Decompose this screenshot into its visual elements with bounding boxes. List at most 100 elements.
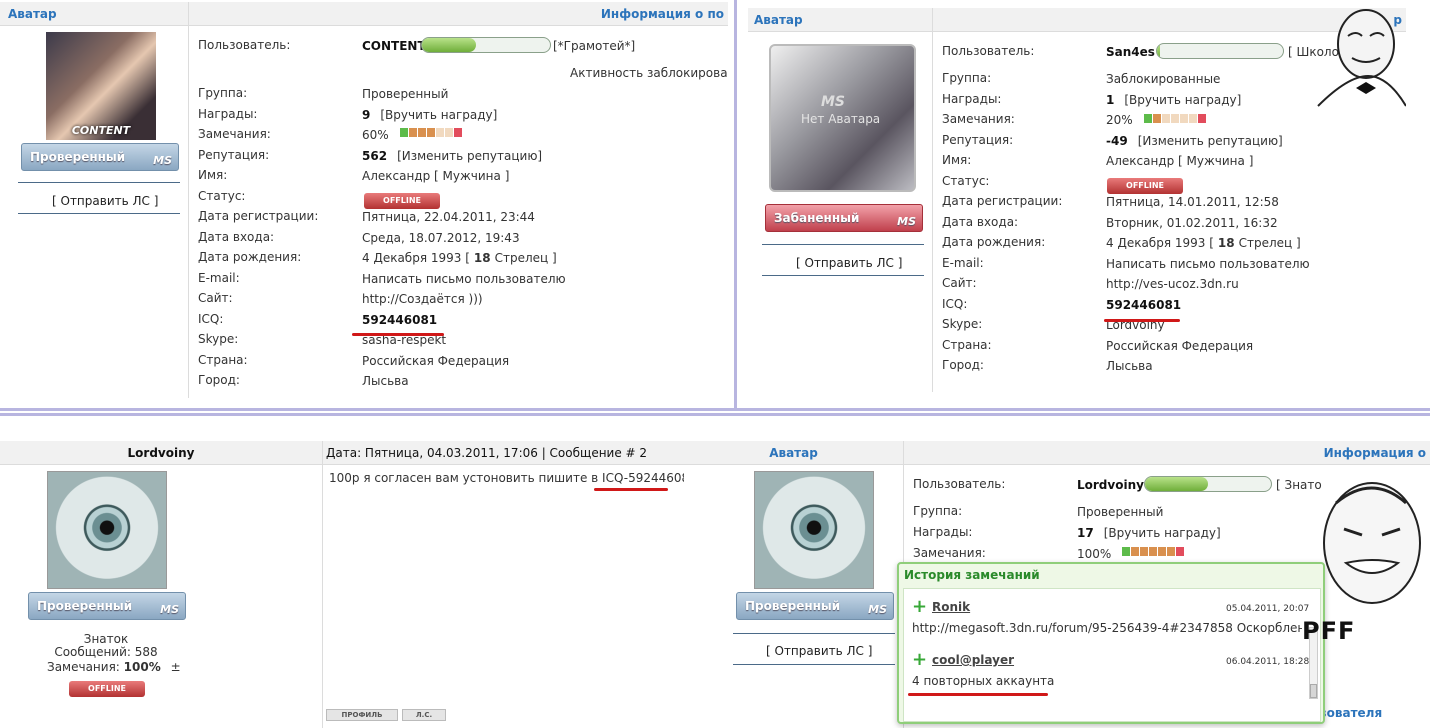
field-value-text: 562 — [362, 148, 388, 163]
offline-badge: OFFLINE — [69, 681, 145, 697]
field-value-text: Александр [ Мужчина ] — [362, 169, 510, 183]
field-label: Группа: — [198, 86, 248, 100]
field-action-link[interactable]: [Вручить награду] — [380, 108, 497, 122]
rank-button[interactable]: Проверенный MS — [28, 592, 186, 620]
field-value-bold: 18 — [473, 251, 491, 265]
user-label: Пользователь: — [198, 38, 291, 52]
field-value-text: 4 Декабря 1993 [ — [362, 251, 470, 265]
highlight-underline — [594, 488, 668, 491]
send-pm-link[interactable]: [ Отправить ЛС ] — [796, 256, 902, 270]
avatar-header: Аватар — [0, 2, 188, 26]
field-label: Дата регистрации: — [198, 209, 319, 223]
field-value: Вторник, 01.02.2011, 16:32 — [1106, 215, 1278, 231]
profile-panel-lordvoiny: Аватар Информация о Проверенный MS [ Отпр… — [684, 441, 1430, 728]
field-value-text: 17 — [1077, 526, 1094, 540]
post-text: 100р я согласен вам устоновить пишите в … — [329, 471, 629, 485]
ms-logo: MS — [153, 154, 172, 167]
divider — [18, 182, 180, 183]
field-label: Репутация: — [198, 147, 270, 162]
warnings-meter — [400, 128, 462, 137]
field-value: http://ves-ucoz.3dn.ru — [1106, 276, 1239, 292]
field-value: Пятница, 22.04.2011, 23:44 — [362, 209, 535, 225]
reputation-bar — [421, 37, 551, 53]
field-label: Skype: — [942, 317, 983, 331]
profile-button[interactable]: ПРОФИЛЬ — [326, 709, 398, 721]
rank-button[interactable]: Проверенный MS — [736, 592, 894, 620]
field-value: 9 [Вручить награду] — [362, 107, 497, 123]
warnings-label: Замечания: — [47, 660, 120, 674]
send-pm-link[interactable]: [ Отправить ЛС ] — [766, 644, 872, 658]
field-value-text: Написать письмо пользователю — [362, 271, 566, 286]
warnings-history-popup: История замечаний + Ronik 05.04.2011, 20… — [897, 562, 1325, 724]
forum-post-panel: Lordvoiny Дата: Пятница, 04.03.2011, 17:… — [0, 441, 684, 728]
field-label: Дата входа: — [198, 229, 275, 244]
warning-text: 4 повторных аккаунта — [912, 674, 1055, 688]
send-pm-link[interactable]: [ Отправить ЛС ] — [52, 194, 158, 208]
field-value: 4 Декабря 1993 [18 Стрелец ] — [1106, 235, 1301, 251]
ms-logo: MS — [160, 603, 179, 616]
field-label: Город: — [198, 373, 240, 387]
field-value: http://Создаётся ))) — [362, 291, 483, 307]
field-value-text: Лысьва — [1106, 359, 1153, 373]
column-divider — [322, 441, 323, 728]
pm-button[interactable]: Л.С. — [402, 709, 446, 721]
warnings-meter — [1144, 114, 1206, 123]
field-label: ICQ: — [942, 296, 968, 311]
rank-button[interactable]: Проверенный MS — [21, 143, 179, 171]
message-count: Сообщений: 588 — [54, 645, 158, 659]
field-label: Дата входа: — [942, 214, 1019, 229]
field-value: Проверенный — [1077, 504, 1163, 520]
highlight-underline — [352, 333, 444, 336]
field-value-text: Среда, 18.07.2012, 19:43 — [362, 230, 520, 245]
field-label: E-mail: — [198, 270, 240, 285]
field-value-text: 592446081 — [1106, 297, 1182, 312]
rank-label: Проверенный — [745, 599, 841, 613]
rank-button[interactable]: Забаненный MS — [765, 204, 923, 232]
post-icq: 592446081 — [628, 471, 684, 485]
field-label: Страна: — [942, 337, 992, 352]
warning-author[interactable]: cool@player — [932, 652, 1014, 668]
rank-label: Проверенный — [30, 150, 126, 164]
field-action-link[interactable]: [Вручить награду] — [1104, 526, 1221, 540]
field-value: Написать письмо пользователю — [1106, 256, 1310, 272]
field-label: Награды: — [913, 525, 973, 539]
field-action-link[interactable]: [Изменить репутацию] — [397, 149, 542, 163]
field-value: -49 [Изменить репутацию] — [1106, 133, 1283, 149]
plus-minus-icon[interactable]: ± — [171, 660, 181, 674]
field-label: Skype: — [198, 332, 239, 346]
divider — [733, 633, 895, 634]
field-value-tail: Стрелец ] — [1238, 236, 1301, 250]
field-value-text: 100% — [1077, 547, 1112, 561]
field-value-tail: Стрелец ] — [494, 251, 557, 265]
field-value: 592446081 — [362, 312, 437, 328]
field-value-text: Проверенный — [362, 87, 449, 101]
username[interactable]: San4es — [1106, 44, 1155, 60]
field-value: Российская Федерация — [1106, 338, 1253, 354]
username[interactable]: CONTENT — [362, 38, 426, 54]
plus-icon: + — [912, 596, 928, 617]
field-value: Лысьва — [362, 373, 409, 389]
vertical-separator — [734, 0, 737, 410]
no-avatar-label: Нет Аватара — [801, 112, 881, 126]
activity-status: Активность заблокирована — [570, 66, 728, 80]
field-value: 17 [Вручить награду] — [1077, 525, 1221, 541]
field-value: Александр [ Мужчина ] — [362, 168, 509, 184]
field-value: Проверенный — [362, 86, 448, 102]
divider — [18, 213, 180, 214]
field-action-link[interactable]: [Изменить репутацию] — [1138, 134, 1283, 148]
field-value-text: 20% — [1106, 113, 1133, 127]
username[interactable]: Lordvoiny — [1077, 477, 1144, 493]
field-label: Сайт: — [198, 291, 233, 305]
reputation-bar — [1144, 476, 1272, 492]
field-label: Город: — [942, 358, 984, 372]
divider — [762, 244, 924, 245]
plus-icon: + — [912, 649, 928, 670]
field-label: Имя: — [198, 168, 228, 182]
warning-author[interactable]: Ronik — [932, 599, 970, 615]
warning-date: 05.04.2011, 20:07 — [1226, 604, 1310, 614]
field-action-link[interactable]: [Вручить награду] — [1124, 93, 1241, 107]
field-value: 4 Декабря 1993 [18 Стрелец ] — [362, 250, 557, 266]
field-value-bold: 18 — [1217, 236, 1235, 250]
author-header: Lordvoiny — [0, 441, 322, 465]
field-label: E-mail: — [942, 255, 984, 270]
